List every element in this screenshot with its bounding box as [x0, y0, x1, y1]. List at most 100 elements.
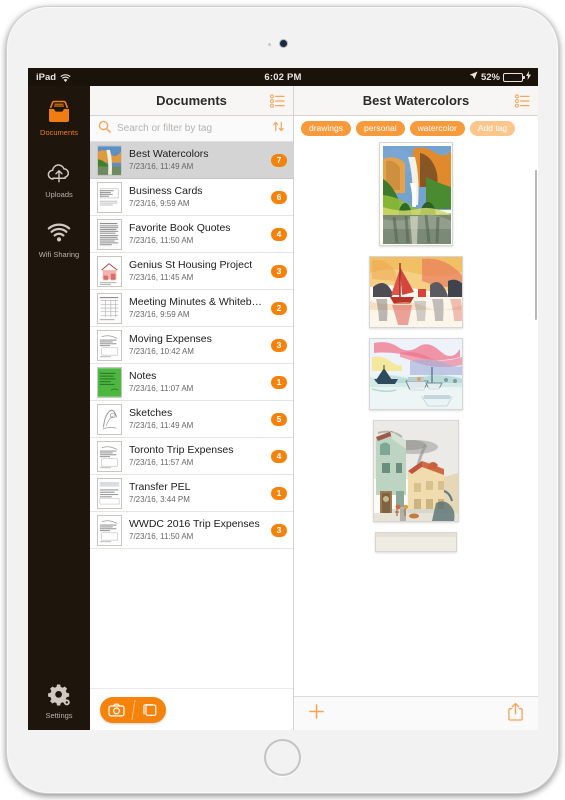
document-item-text: Meeting Minutes & Whiteb… 7/23/16, 9:59 A…: [129, 296, 268, 320]
sidebar-item-settings[interactable]: Settings: [28, 683, 90, 720]
document-item-name: Meeting Minutes & Whiteb…: [129, 296, 263, 308]
page-count-badge: 5: [271, 412, 287, 426]
document-list-item[interactable]: Sketches 7/23/16, 11:49 AM 5: [90, 401, 293, 438]
document-list-item[interactable]: Transfer PEL 7/23/16, 3:44 PM 1: [90, 475, 293, 512]
thumb-watercolor-icon: [97, 144, 122, 176]
document-item-text: Genius St Housing Project 7/23/16, 11:45 …: [129, 259, 268, 283]
page-thumbnail[interactable]: [379, 142, 453, 246]
page-count-badge: 1: [271, 486, 287, 500]
documents-tray-icon: [28, 100, 90, 126]
page-count-badge: 7: [271, 153, 287, 167]
sidebar-item-documents[interactable]: Documents: [28, 100, 90, 137]
document-item-text: Notes 7/23/16, 11:07 AM: [129, 370, 268, 394]
sidebar-item-label: Uploads: [45, 190, 73, 199]
page-thumbnails-scroll[interactable]: [294, 140, 538, 696]
vertical-scrollbar[interactable]: [535, 170, 537, 320]
document-list-item[interactable]: Genius St Housing Project 7/23/16, 11:45 …: [90, 253, 293, 290]
tag-chip[interactable]: drawings: [301, 120, 352, 136]
page-count-badge: 3: [271, 338, 287, 352]
document-pages-icon[interactable]: [134, 703, 167, 717]
search-input[interactable]: [117, 123, 272, 134]
tag-chip[interactable]: personal: [356, 120, 405, 136]
detail-panel: Best Watercolors drawings personal waterco…: [294, 86, 538, 730]
document-item-text: Toronto Trip Expenses 7/23/16, 11:57 AM: [129, 444, 268, 468]
document-item-date: 7/23/16, 9:59 AM: [129, 199, 190, 208]
document-item-date: 7/23/16, 9:59 AM: [129, 310, 190, 319]
village-street-scene-painting: [374, 421, 458, 521]
app-container: Documents Uploads Wifi Sharing Settings: [28, 86, 538, 730]
document-item-date: 7/23/16, 11:50 AM: [129, 236, 194, 245]
add-tag-button[interactable]: Add tag: [469, 120, 516, 136]
documents-header: Documents: [90, 86, 293, 116]
document-item-text: Favorite Book Quotes 7/23/16, 11:50 AM: [129, 222, 268, 246]
document-item-text: WWDC 2016 Trip Expenses 7/23/16, 11:50 AM: [129, 518, 268, 542]
document-item-text: Best Watercolors 7/23/16, 11:49 AM: [129, 148, 268, 172]
page-count-badge: 2: [271, 301, 287, 315]
capture-pill-button[interactable]: [100, 696, 167, 723]
status-bar: iPad 6:02 PM 52%: [28, 68, 538, 86]
share-export-icon[interactable]: [507, 702, 524, 726]
tag-bar: drawings personal watercolor Add tag: [294, 116, 538, 140]
location-arrow-icon: [469, 71, 478, 83]
detail-title: Best Watercolors: [362, 93, 470, 108]
document-item-name: Favorite Book Quotes: [129, 222, 231, 234]
plus-icon[interactable]: [308, 703, 325, 725]
cloud-upload-icon: [28, 162, 90, 188]
checklist-icon[interactable]: [514, 94, 530, 113]
document-list-item[interactable]: Best Watercolors 7/23/16, 11:49 AM 7: [90, 142, 293, 179]
waterfall-canyon-painting: [380, 143, 452, 245]
document-list-item[interactable]: Business Cards 7/23/16, 9:59 AM 6: [90, 179, 293, 216]
document-list-item[interactable]: WWDC 2016 Trip Expenses 7/23/16, 11:50 AM…: [90, 512, 293, 549]
document-list-item[interactable]: Favorite Book Quotes 7/23/16, 11:50 AM 4: [90, 216, 293, 253]
detail-header: Best Watercolors: [294, 86, 538, 116]
sidebar: Documents Uploads Wifi Sharing Settings: [28, 86, 90, 730]
charging-bolt-icon: [526, 71, 531, 83]
document-item-date: 7/23/16, 11:57 AM: [129, 458, 194, 467]
thumb-green-note-icon: [97, 366, 122, 398]
page-thumbnail[interactable]: [369, 256, 463, 328]
document-list-item[interactable]: Notes 7/23/16, 11:07 AM 1: [90, 364, 293, 401]
thumb-plan-icon: [97, 255, 122, 287]
document-item-name: Genius St Housing Project: [129, 259, 253, 271]
sidebar-item-wifi-sharing[interactable]: Wifi Sharing: [28, 222, 90, 259]
search-bar[interactable]: [90, 116, 293, 142]
sidebar-item-label: Documents: [40, 128, 78, 137]
home-button[interactable]: [264, 739, 301, 776]
document-item-date: 7/23/16, 11:49 AM: [129, 162, 194, 171]
thumb-form-icon: [97, 477, 122, 509]
document-item-date: 7/23/16, 11:50 AM: [129, 532, 194, 541]
red-junk-boat-sunset-painting: [370, 257, 462, 327]
document-item-date: 7/23/16, 3:44 PM: [129, 495, 190, 504]
document-item-name: WWDC 2016 Trip Expenses: [129, 518, 260, 530]
camera-icon[interactable]: [100, 703, 133, 717]
page-count-badge: 6: [271, 190, 287, 204]
document-item-text: Transfer PEL 7/23/16, 3:44 PM: [129, 481, 268, 505]
document-item-text: Sketches 7/23/16, 11:49 AM: [129, 407, 268, 431]
thumb-grid-icon: [97, 292, 122, 324]
document-item-date: 7/23/16, 11:45 AM: [129, 273, 194, 282]
document-item-text: Business Cards 7/23/16, 9:59 AM: [129, 185, 268, 209]
page-thumbnail[interactable]: [373, 420, 459, 522]
page-count-badge: 3: [271, 264, 287, 278]
document-item-name: Sketches: [129, 407, 173, 419]
sidebar-item-label: Wifi Sharing: [38, 250, 80, 259]
page-thumbnail[interactable]: [375, 532, 457, 552]
checklist-icon[interactable]: [269, 94, 285, 113]
thumb-receipt-icon: [97, 514, 122, 546]
document-list-item[interactable]: Meeting Minutes & Whiteb… 7/23/16, 9:59 A…: [90, 290, 293, 327]
documents-list[interactable]: Best Watercolors 7/23/16, 11:49 AM 7 Busin…: [90, 142, 293, 688]
detail-footer: [294, 696, 538, 730]
document-item-text: Moving Expenses 7/23/16, 10:42 AM: [129, 333, 268, 357]
front-camera: [279, 40, 287, 47]
tag-chip[interactable]: watercolor: [409, 120, 465, 136]
document-item-date: 7/23/16, 11:49 AM: [129, 421, 194, 430]
documents-footer: [90, 688, 293, 730]
ipad-screen: iPad 6:02 PM 52% Documents Uploads Wifi …: [28, 68, 538, 730]
sidebar-item-uploads[interactable]: Uploads: [28, 162, 90, 199]
sort-az-icon[interactable]: [272, 120, 285, 138]
document-item-name: Best Watercolors: [129, 148, 209, 160]
page-thumbnail[interactable]: [369, 338, 463, 410]
document-list-item[interactable]: Moving Expenses 7/23/16, 10:42 AM 3: [90, 327, 293, 364]
document-list-item[interactable]: Toronto Trip Expenses 7/23/16, 11:57 AM 4: [90, 438, 293, 475]
battery-percent: 52%: [480, 71, 500, 83]
